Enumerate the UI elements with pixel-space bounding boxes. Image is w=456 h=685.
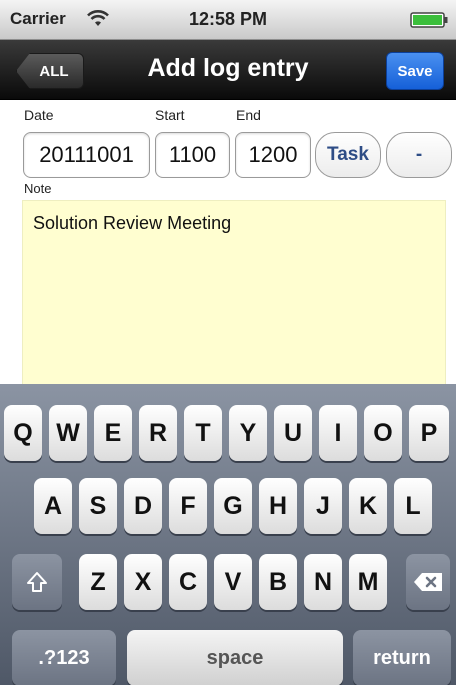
- key-t[interactable]: T: [184, 405, 222, 461]
- start-label: Start: [155, 107, 185, 123]
- space-key[interactable]: space: [127, 630, 343, 685]
- note-label: Note: [24, 181, 52, 196]
- key-b[interactable]: B: [259, 554, 297, 610]
- save-button[interactable]: Save: [386, 52, 444, 90]
- key-p[interactable]: P: [409, 405, 449, 461]
- task-button[interactable]: Task: [315, 132, 381, 178]
- status-bar: Carrier 12:58 PM: [0, 0, 456, 40]
- end-time-field[interactable]: 1200: [235, 132, 311, 178]
- date-label: Date: [24, 107, 54, 123]
- shift-key[interactable]: [12, 554, 62, 610]
- key-o[interactable]: O: [364, 405, 402, 461]
- key-u[interactable]: U: [274, 405, 312, 461]
- key-y[interactable]: Y: [229, 405, 267, 461]
- key-f[interactable]: F: [169, 478, 207, 534]
- remove-button[interactable]: -: [386, 132, 452, 178]
- note-text: Solution Review Meeting: [33, 213, 232, 233]
- key-h[interactable]: H: [259, 478, 297, 534]
- shift-icon: [27, 572, 47, 592]
- note-textarea[interactable]: Solution Review Meeting: [22, 200, 446, 390]
- key-c[interactable]: C: [169, 554, 207, 610]
- return-key[interactable]: return: [353, 630, 451, 685]
- keyboard: Q W E R T Y U I O P A S D F G H J K L Z …: [0, 384, 456, 685]
- key-s[interactable]: S: [79, 478, 117, 534]
- key-v[interactable]: V: [214, 554, 252, 610]
- key-l[interactable]: L: [394, 478, 432, 534]
- navigation-bar: ALL Add log entry Save: [0, 40, 456, 100]
- key-r[interactable]: R: [139, 405, 177, 461]
- battery-icon: [410, 12, 448, 28]
- key-i[interactable]: I: [319, 405, 357, 461]
- key-w[interactable]: W: [49, 405, 87, 461]
- backspace-icon: [414, 573, 442, 591]
- end-label: End: [236, 107, 261, 123]
- numbers-key[interactable]: .?123: [12, 630, 116, 685]
- page-title: Add log entry: [147, 54, 309, 82]
- key-d[interactable]: D: [124, 478, 162, 534]
- key-n[interactable]: N: [304, 554, 342, 610]
- key-j[interactable]: J: [304, 478, 342, 534]
- key-q[interactable]: Q: [4, 405, 42, 461]
- key-e[interactable]: E: [94, 405, 132, 461]
- key-g[interactable]: G: [214, 478, 252, 534]
- back-button[interactable]: ALL: [16, 53, 84, 89]
- key-a[interactable]: A: [34, 478, 72, 534]
- key-k[interactable]: K: [349, 478, 387, 534]
- start-time-field[interactable]: 1100: [155, 132, 230, 178]
- delete-key[interactable]: [406, 554, 450, 610]
- status-time: 12:58 PM: [188, 9, 268, 29]
- key-m[interactable]: M: [349, 554, 387, 610]
- key-x[interactable]: X: [124, 554, 162, 610]
- key-z[interactable]: Z: [79, 554, 117, 610]
- date-field[interactable]: 20111001: [23, 132, 150, 178]
